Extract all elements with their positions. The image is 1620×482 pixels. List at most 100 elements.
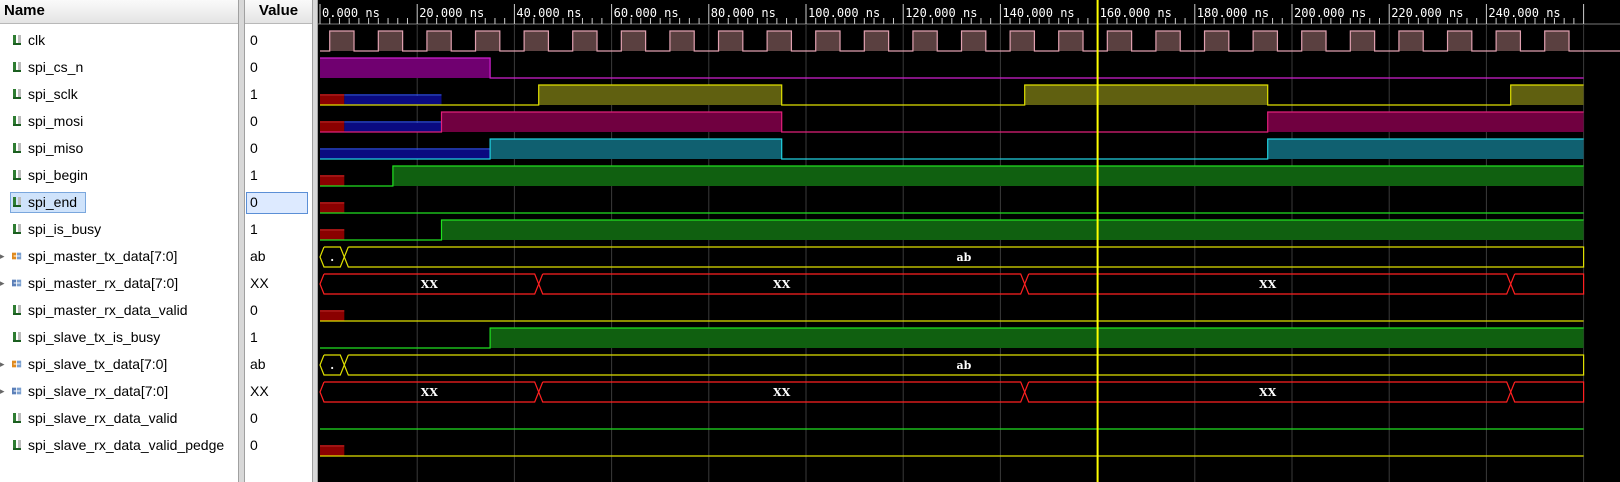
- signal-value: 1: [250, 86, 258, 102]
- signal-value: 0: [250, 113, 258, 129]
- expand-arrow-icon[interactable]: ▸: [0, 243, 9, 270]
- signal-value-row[interactable]: 0: [245, 297, 312, 324]
- signal-name-label: spi_sclk: [28, 86, 78, 102]
- signal-value: 0: [250, 410, 258, 426]
- signal-value-row[interactable]: ab: [245, 243, 312, 270]
- signal-name-label: spi_master_tx_data[7:0]: [28, 248, 178, 264]
- spi-slave-rx-data-bus-value: XX: [1259, 386, 1277, 399]
- signal-row-spi-master-rx-data-valid[interactable]: spi_master_rx_data_valid: [0, 297, 238, 324]
- signal-value: 0: [250, 59, 258, 75]
- signal-value-row[interactable]: 0: [245, 432, 312, 459]
- signal-value-row[interactable]: 1: [245, 216, 312, 243]
- signal-name-label: spi_miso: [28, 140, 84, 156]
- spi-sclk-high-fill: [1024, 85, 1268, 105]
- signal-row-spi-master-tx-data[interactable]: ▸ spi_master_tx_data[7:0]: [0, 243, 238, 270]
- clk-high-fill: [815, 31, 841, 51]
- clk-high-fill: [912, 31, 938, 51]
- signal-value: 0: [250, 32, 258, 48]
- signal-value-row[interactable]: 1: [245, 324, 312, 351]
- signal-value: 0: [250, 194, 258, 210]
- spi-slave-rx-data-bus-value: XX: [421, 386, 439, 399]
- spi-is-busy-high-fill: [441, 220, 1584, 240]
- signal-name-label: spi_cs_n: [28, 59, 84, 75]
- signal-value-row[interactable]: ab: [245, 351, 312, 378]
- signal-value: XX: [250, 275, 269, 291]
- spi-sclk-high-fill: [538, 85, 782, 105]
- clk-high-fill: [1398, 31, 1424, 51]
- time-tick-label: 220.000 ns: [1391, 6, 1463, 20]
- signal-name-label: spi_master_rx_data[7:0]: [28, 275, 179, 291]
- clk-high-fill: [1447, 31, 1472, 51]
- clk-high-fill: [767, 31, 792, 51]
- time-tick-label: 80.000 ns: [711, 6, 776, 20]
- clk-high-fill: [718, 31, 743, 51]
- expand-arrow-icon[interactable]: ▸: [0, 270, 9, 297]
- signal-value-row[interactable]: 0: [245, 405, 312, 432]
- signal-row-spi-master-rx-data[interactable]: ▸ spi_master_rx_data[7:0]: [0, 270, 238, 297]
- signal-row-spi-is-busy[interactable]: spi_is_busy: [0, 216, 238, 243]
- time-tick-label: 20.000 ns: [419, 6, 484, 20]
- clk-high-fill: [329, 31, 355, 51]
- time-tick-label: 60.000 ns: [614, 6, 679, 20]
- signal-value-row[interactable]: 0: [245, 108, 312, 135]
- signal-value-row[interactable]: 1: [245, 162, 312, 189]
- signal-value-row[interactable]: 0: [245, 189, 312, 216]
- signal-value-row[interactable]: 0: [245, 54, 312, 81]
- spi-slave-tx-is-busy-high-fill: [490, 328, 1584, 348]
- signal-value-row[interactable]: XX: [245, 378, 312, 405]
- clk-high-fill: [961, 31, 986, 51]
- signal-value-row[interactable]: XX: [245, 270, 312, 297]
- spi-mosi-high-fill: [441, 112, 782, 132]
- signal-row-spi-mosi[interactable]: spi_mosi: [0, 108, 238, 135]
- signal-row-spi-slave-rx-data[interactable]: ▸ spi_slave_rx_data[7:0]: [0, 378, 238, 405]
- clk-high-fill: [1496, 31, 1521, 51]
- signal-value: ab: [250, 356, 266, 372]
- waveform-svg[interactable]: 0.000 ns 20.000 ns 40.000 ns 60.000 ns 80.00…: [318, 0, 1620, 482]
- signal-value-row[interactable]: 0: [245, 27, 312, 54]
- name-column-header[interactable]: Name: [0, 0, 238, 24]
- clk-high-fill: [1253, 31, 1278, 51]
- value-column-header[interactable]: Value: [245, 0, 312, 24]
- signal-name-label: spi_begin: [28, 167, 88, 183]
- spi-master-rx-data-bus-value: XX: [421, 278, 439, 291]
- signal-value: 0: [250, 437, 258, 453]
- spi-master-rx-data-bus-value: XX: [773, 278, 791, 291]
- clk-high-fill: [572, 31, 598, 51]
- signal-row-spi-cs-n[interactable]: spi_cs_n: [0, 54, 238, 81]
- spi-begin-high-fill: [392, 166, 1584, 186]
- clk-high-fill: [1107, 31, 1132, 51]
- time-tick-label: 180.000 ns: [1197, 6, 1269, 20]
- time-tick-label: 160.000 ns: [1100, 6, 1172, 20]
- signal-row-clk[interactable]: clk: [0, 27, 238, 54]
- panel-splitter[interactable]: [238, 0, 245, 482]
- spi-master-tx-data-bus-value: ab: [957, 251, 972, 264]
- signal-row-spi-end[interactable]: spi_end: [0, 189, 238, 216]
- signal-row-spi-sclk[interactable]: spi_sclk: [0, 81, 238, 108]
- expand-arrow-icon[interactable]: ▸: [0, 378, 9, 405]
- signal-name-label: spi_end: [28, 194, 78, 210]
- clk-high-fill: [621, 31, 646, 51]
- spi-master-rx-data-bus-value: XX: [1259, 278, 1277, 291]
- spi-end-unknown: [320, 204, 345, 213]
- clk-high-fill: [475, 31, 500, 51]
- signal-value-row[interactable]: 1: [245, 81, 312, 108]
- spi-sclk-unknown: [320, 96, 345, 105]
- clk-high-fill: [1155, 31, 1181, 51]
- clk-high-fill: [1058, 31, 1084, 51]
- spi-mosi-high-fill: [1267, 112, 1584, 132]
- spi-miso-highz: [320, 150, 491, 159]
- spi-master-rx-data-valid-unknown: [320, 312, 345, 321]
- signal-row-spi-begin[interactable]: spi_begin: [0, 162, 238, 189]
- time-tick-label: 120.000 ns: [905, 6, 977, 20]
- signal-row-spi-miso[interactable]: spi_miso: [0, 135, 238, 162]
- clk-high-fill: [524, 31, 549, 51]
- waveform-canvas[interactable]: 0.000 ns 20.000 ns 40.000 ns 60.000 ns 80.00…: [318, 0, 1620, 482]
- signal-value: 0: [250, 302, 258, 318]
- signal-value-row[interactable]: 0: [245, 135, 312, 162]
- time-tick-label: 100.000 ns: [808, 6, 880, 20]
- signal-row-spi-slave-tx-data[interactable]: ▸ spi_slave_tx_data[7:0]: [0, 351, 238, 378]
- signal-row-spi-slave-rx-data-valid[interactable]: spi_slave_rx_data_valid: [0, 405, 238, 432]
- expand-arrow-icon[interactable]: ▸: [0, 351, 9, 378]
- signal-row-spi-slave-tx-is-busy[interactable]: spi_slave_tx_is_busy: [0, 324, 238, 351]
- signal-row-spi-slave-rx-data-valid-pedge[interactable]: spi_slave_rx_data_valid_pedge: [0, 432, 238, 459]
